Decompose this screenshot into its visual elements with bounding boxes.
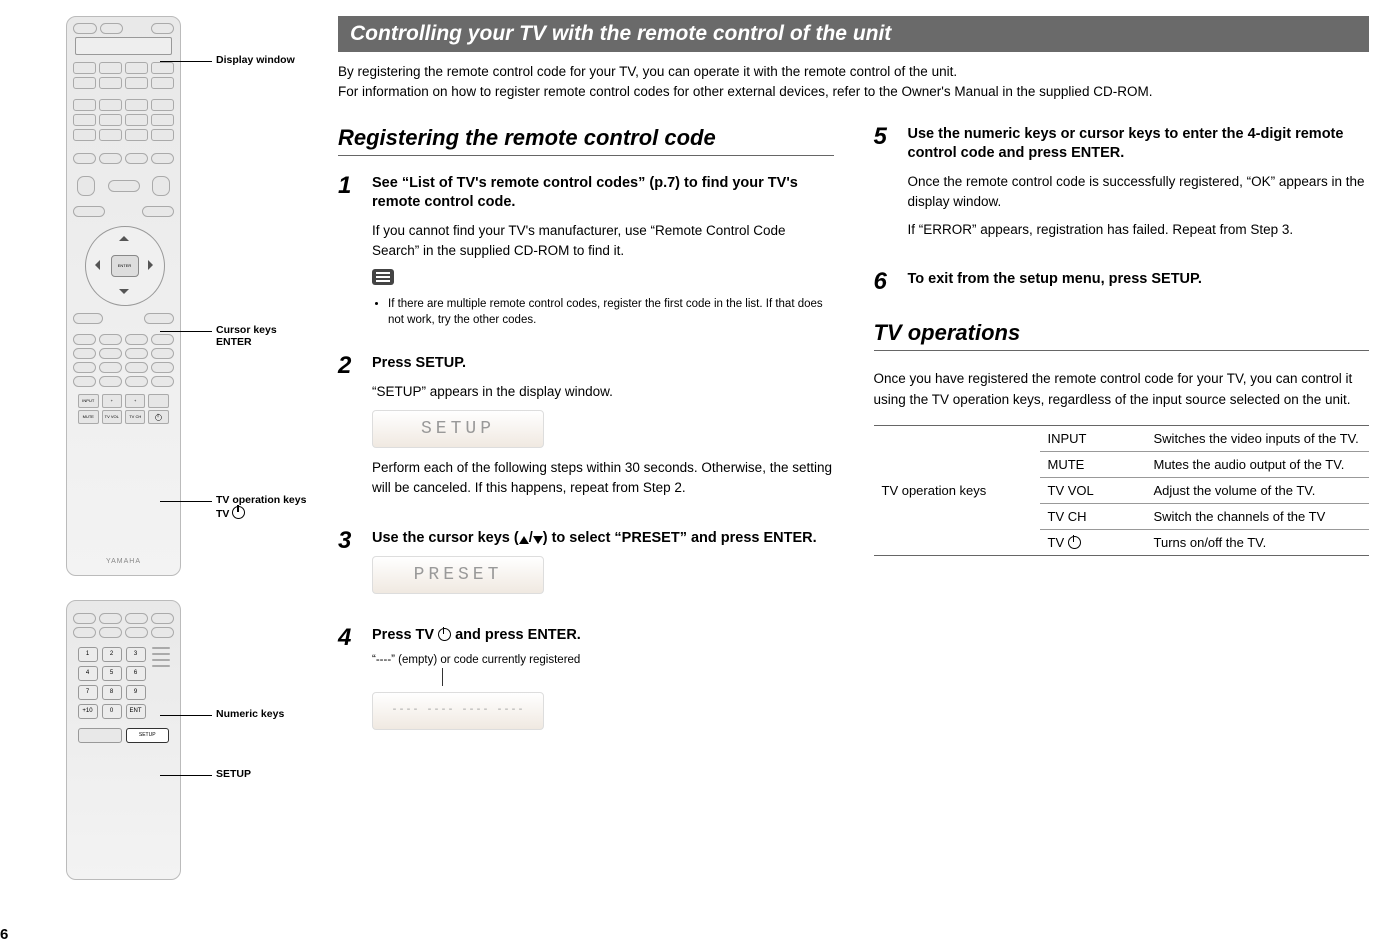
label-cursor-keys: Cursor keys ENTER [216,324,277,348]
remote-enter-button: ENTER [111,255,139,277]
note-icon [372,269,394,285]
tv-operations-intro: Once you have registered the remote cont… [874,369,1370,411]
heading-registering: Registering the remote control code [338,125,834,156]
brand-logo: YAMAHA [106,558,141,565]
label-numeric-keys: Numeric keys [216,708,284,720]
lcd-preset: PRESET [372,556,544,594]
remote-dpad: ENTER [85,226,163,304]
intro-text: By registering the remote control code f… [338,62,1369,103]
step-1: 1 See “List of TV's remote control codes… [338,174,834,333]
remote-setup-button: SETUP [126,728,169,743]
cursor-down-icon [533,536,543,544]
step-2: 2 Press SETUP. “SETUP” appears in the di… [338,354,834,506]
label-display-window: Display window [216,54,295,66]
remote-control-top: ENTER INPUT++ MUTETV VOLTV CH YAMAHA [66,16,181,576]
remote-setup-row: SETUP [78,728,169,743]
label-tv-operation-keys: TV operation keys TV [216,494,306,520]
remote-diagram-column: ENTER INPUT++ MUTETV VOLTV CH YAMAHA [30,16,310,880]
remote-control-bottom: 123 456 789 +100ENT [66,600,181,880]
step-4: 4 Press TV and press ENTER. “----” (empt… [338,626,834,740]
page-number: 6 [0,926,8,943]
step-6: 6 To exit from the setup menu, press SET… [874,270,1370,298]
step-5: 5 Use the numeric keys or cursor keys to… [874,125,1370,249]
lcd-empty [372,692,544,730]
power-icon [438,628,451,641]
power-icon [1068,536,1081,549]
page-banner: Controlling your TV with the remote cont… [338,16,1369,52]
cursor-up-icon [519,536,529,544]
step-3: 3 Use the cursor keys (/) to select “PRE… [338,529,834,605]
heading-tv-operations: TV operations [874,320,1370,351]
tv-operations-table: TV operation keys INPUT Switches the vid… [874,425,1370,556]
remote-numeric-keys: 123 456 789 +100ENT [78,647,146,719]
lcd-setup: SETUP [372,410,544,448]
label-setup: SETUP [216,768,251,780]
remote-tv-operation-keys: INPUT++ MUTETV VOLTV CH [73,394,174,424]
remote-display-window [75,37,172,55]
